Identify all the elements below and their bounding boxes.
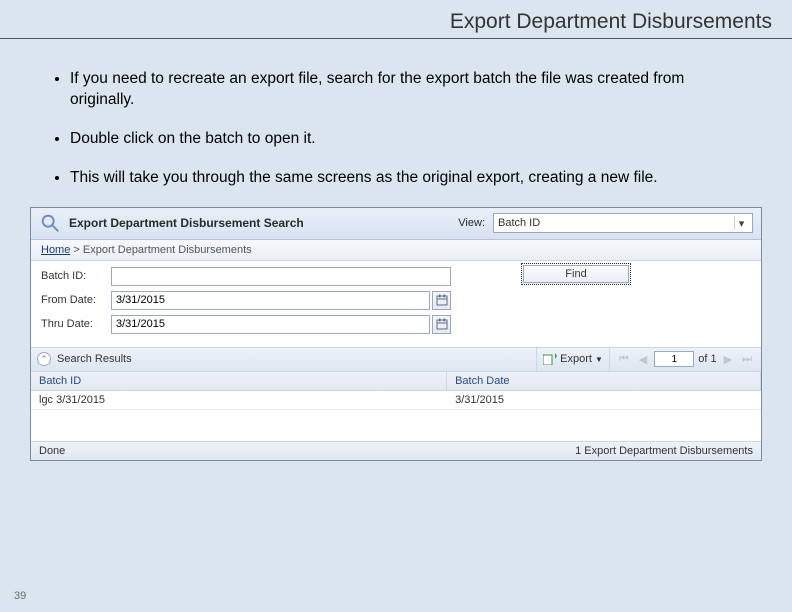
view-select-value: Batch ID <box>498 217 540 229</box>
bullet-item: Double click on the batch to open it. <box>70 129 737 150</box>
pager-first-icon[interactable]: ⏮ <box>616 353 632 366</box>
from-date-calendar-button[interactable] <box>432 291 451 310</box>
batch-id-input[interactable] <box>111 267 451 286</box>
pager-next-icon[interactable]: ▶ <box>721 353 735 366</box>
export-button[interactable]: Export ▼ <box>536 348 609 371</box>
table-row[interactable]: lgc 3/31/2015 3/31/2015 <box>31 391 761 410</box>
status-bar: Done 1 Export Department Disbursements <box>31 441 761 460</box>
find-button[interactable]: Find <box>521 263 631 285</box>
app-header-title: Export Department Disbursement Search <box>69 216 304 230</box>
grid-body: lgc 3/31/2015 3/31/2015 <box>31 391 761 441</box>
breadcrumb: Home > Export Department Disbursements <box>31 240 761 261</box>
grid-header-batch-date[interactable]: Batch Date <box>447 372 761 390</box>
chevron-down-icon: ▾ <box>734 217 748 230</box>
pager-prev-icon[interactable]: ◀ <box>636 353 650 366</box>
status-left: Done <box>39 445 65 457</box>
pager: ⏮ ◀ of 1 ▶ ⏭ <box>609 348 755 371</box>
status-right: 1 Export Department Disbursements <box>575 445 753 457</box>
batch-id-label: Batch ID: <box>41 270 111 282</box>
search-icon <box>39 212 61 234</box>
thru-date-input[interactable] <box>111 315 430 334</box>
pager-last-icon[interactable]: ⏭ <box>739 353 755 366</box>
thru-date-label: Thru Date: <box>41 318 111 330</box>
from-date-label: From Date: <box>41 294 111 306</box>
pager-page-input[interactable] <box>654 351 694 367</box>
bullet-item: If you need to recreate an export file, … <box>70 69 737 111</box>
grid-header: Batch ID Batch Date <box>31 372 761 391</box>
chevron-down-icon: ▼ <box>595 355 603 364</box>
find-button-label: Find <box>565 268 586 280</box>
results-label: Search Results <box>57 353 132 365</box>
breadcrumb-home-link[interactable]: Home <box>41 244 70 256</box>
cell-batch-id: lgc 3/31/2015 <box>31 391 447 409</box>
view-select[interactable]: Batch ID ▾ <box>493 213 753 233</box>
from-date-input[interactable] <box>111 291 430 310</box>
calendar-icon <box>436 318 448 330</box>
thru-date-calendar-button[interactable] <box>432 315 451 334</box>
bullet-list: If you need to recreate an export file, … <box>0 69 792 189</box>
grid-header-batch-id[interactable]: Batch ID <box>31 372 447 390</box>
app-screenshot: Export Department Disbursement Search Vi… <box>30 207 762 461</box>
export-icon <box>543 353 557 365</box>
app-header: Export Department Disbursement Search Vi… <box>31 208 761 240</box>
slide-number: 39 <box>14 590 26 602</box>
view-label: View: <box>458 217 485 229</box>
slide-title: Export Department Disbursements <box>0 0 792 39</box>
bullet-item: This will take you through the same scre… <box>70 168 737 189</box>
breadcrumb-current: Export Department Disbursements <box>83 244 252 256</box>
search-form: Batch ID: From Date: Thru Date: Find <box>31 261 761 348</box>
cell-batch-date: 3/31/2015 <box>447 391 761 409</box>
pager-of-label: of 1 <box>698 353 716 365</box>
results-toolbar: ⌃ Search Results Export ▼ ⏮ ◀ of 1 ▶ ⏭ <box>31 348 761 372</box>
export-button-label: Export <box>560 353 592 365</box>
calendar-icon <box>436 294 448 306</box>
collapse-toggle-icon[interactable]: ⌃ <box>37 352 51 366</box>
breadcrumb-separator: > <box>73 244 79 256</box>
